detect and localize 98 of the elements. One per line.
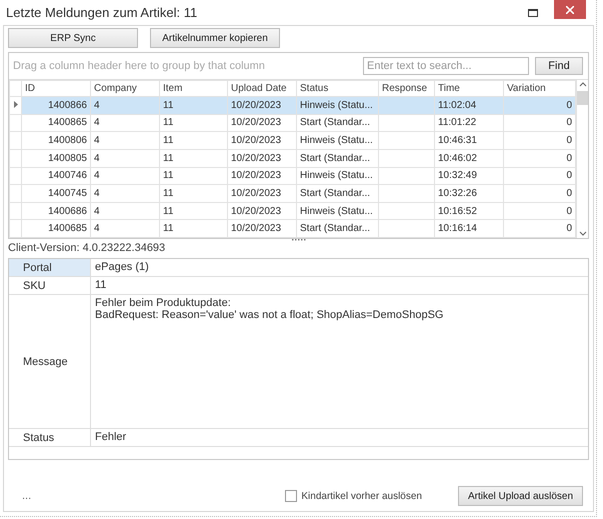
toolbar-button[interactable]: ERP Sync (8, 28, 138, 48)
table-cell: 4 (90, 96, 160, 114)
table-cell: 11 (160, 167, 228, 185)
table-cell: 10/20/2023 (228, 132, 296, 150)
table-cell: 11 (160, 184, 228, 202)
table-cell: 10/20/2023 (228, 184, 296, 202)
toolbar-button[interactable]: Artikelnummer kopieren (150, 28, 280, 48)
checkbox[interactable] (285, 490, 298, 502)
table-cell: 1400806 (22, 132, 90, 150)
status-text: ... (22, 490, 32, 502)
table-cell: 0 (504, 96, 576, 114)
property-label[interactable]: SKU (9, 277, 91, 294)
table-cell: 0 (504, 184, 576, 202)
table-row[interactable]: 1400805 4 11 10/20/2023 Start (Standar... 10:46:02 0 (10, 149, 576, 167)
table-cell: 0 (504, 167, 576, 185)
table-cell: 11 (160, 114, 228, 132)
table-cell: 0 (504, 202, 576, 220)
property-value: ePages (1) (94, 260, 150, 275)
search-field[interactable]: Enter text to search... (363, 57, 529, 75)
table-row[interactable]: 1400745 4 11 10/20/2023 Start (Standar... 10:32:26 0 (10, 184, 576, 202)
table-cell: 4 (90, 167, 160, 185)
table-cell: 1400805 (22, 149, 90, 167)
window-title: Letzte Meldungen zum Artikel: 11 (6, 5, 198, 20)
table-cell: 10:16:52 (434, 202, 504, 220)
splitter-grip-icon[interactable] (292, 239, 306, 242)
column-header[interactable]: Status (296, 80, 378, 96)
column-header[interactable]: Variation (504, 80, 576, 96)
table-cell: 10:46:31 (434, 132, 504, 150)
column-header[interactable]: Company (90, 80, 160, 96)
table-cell: 4 (90, 202, 160, 220)
table-row[interactable]: 1400866 4 11 10/20/2023 Hinweis (Statu... 11:02:04 0 (10, 96, 576, 114)
table-cell: Start (Standar... (296, 220, 378, 238)
maximize-icon[interactable] (528, 8, 538, 16)
table-cell: 10/20/2023 (228, 149, 296, 167)
table-cell: 1400686 (22, 202, 90, 220)
upload-button[interactable]: Artikel Upload auslösen (458, 486, 583, 506)
table-cell: 10/20/2023 (228, 220, 296, 238)
table-row[interactable]: 1400686 4 11 10/20/2023 Hinweis (Statu... 10:16:52 0 (10, 202, 576, 220)
table-row[interactable]: 1400685 4 11 10/20/2023 Start (Standar... 10:16:14 0 (10, 220, 576, 238)
table-cell: 10/20/2023 (228, 167, 296, 185)
table-cell: 10:32:49 (434, 167, 504, 185)
property-label[interactable]: Portal (9, 259, 91, 276)
table-cell: 4 (90, 114, 160, 132)
table-cell: 11:01:22 (434, 114, 504, 132)
table-cell: 4 (90, 149, 160, 167)
table-cell: 11:02:04 (434, 96, 504, 114)
table-cell: Hinweis (Statu... (296, 202, 378, 220)
property-label[interactable]: Status (9, 429, 91, 446)
table-cell: Hinweis (Statu... (296, 167, 378, 185)
table-cell: Start (Standar... (296, 149, 378, 167)
table-cell: 11 (160, 132, 228, 150)
table-cell: Hinweis (Statu... (296, 132, 378, 150)
table-cell: 4 (90, 184, 160, 202)
table-cell: Hinweis (Statu... (296, 96, 378, 114)
column-header[interactable]: ID (22, 80, 90, 96)
table-cell: 11 (160, 149, 228, 167)
table-cell: 0 (504, 114, 576, 132)
property-label[interactable]: Message (9, 295, 91, 428)
table-cell: 1400865 (22, 114, 90, 132)
close-button[interactable] (554, 0, 586, 19)
scroll-up-icon[interactable] (579, 82, 587, 87)
table-cell: 1400746 (22, 167, 90, 185)
column-header[interactable]: Time (434, 80, 504, 96)
property-value: Fehler beim Produktupdate: BadRequest: Reason='value' was not a float; ShopAlias=DemoShopSG (94, 296, 444, 323)
table-cell: 0 (504, 220, 576, 238)
column-header[interactable]: Item (160, 80, 228, 96)
scroll-down-icon[interactable] (579, 231, 587, 236)
property-value: 11 (94, 278, 108, 293)
table-cell: 4 (90, 132, 160, 150)
table-cell: 10:16:14 (434, 220, 504, 238)
group-hint: Drag a column header here to group by that column (13, 60, 266, 72)
property-value: Fehler (94, 430, 128, 445)
close-icon[interactable] (566, 6, 574, 14)
table-cell: 10/20/2023 (228, 114, 296, 132)
table-row[interactable]: 1400746 4 11 10/20/2023 Hinweis (Statu... 10:32:49 0 (10, 167, 576, 185)
table-cell: 0 (504, 149, 576, 167)
table-cell: 1400866 (22, 96, 90, 114)
table-row[interactable]: 1400865 4 11 10/20/2023 Start (Standar... 11:01:22 0 (10, 114, 576, 132)
table-cell: 11 (160, 202, 228, 220)
checkbox-label[interactable]: Kindartikel vorher auslösen (301, 490, 422, 502)
column-header[interactable]: Upload Date (228, 80, 296, 96)
table-cell: Start (Standar... (296, 114, 378, 132)
table-cell: 11 (160, 96, 228, 114)
table-cell: 11 (160, 220, 228, 238)
table-cell: 1400745 (22, 184, 90, 202)
table-cell: 0 (504, 132, 576, 150)
table-cell: Start (Standar... (296, 184, 378, 202)
client-version: Client-Version: 4.0.23222.34693 (7, 242, 166, 256)
row-indicator-icon (14, 100, 18, 108)
table-cell: 10/20/2023 (228, 96, 296, 114)
find-button[interactable]: Find (535, 57, 583, 75)
table-cell: 4 (90, 220, 160, 238)
table-cell: 10:46:02 (434, 149, 504, 167)
scrollbar-thumb[interactable] (577, 91, 588, 105)
table-row[interactable]: 1400806 4 11 10/20/2023 Hinweis (Statu... 10:46:31 0 (10, 132, 576, 150)
table-cell: 10/20/2023 (228, 202, 296, 220)
table-cell: 10:32:26 (434, 184, 504, 202)
table-cell: 1400685 (22, 220, 90, 238)
